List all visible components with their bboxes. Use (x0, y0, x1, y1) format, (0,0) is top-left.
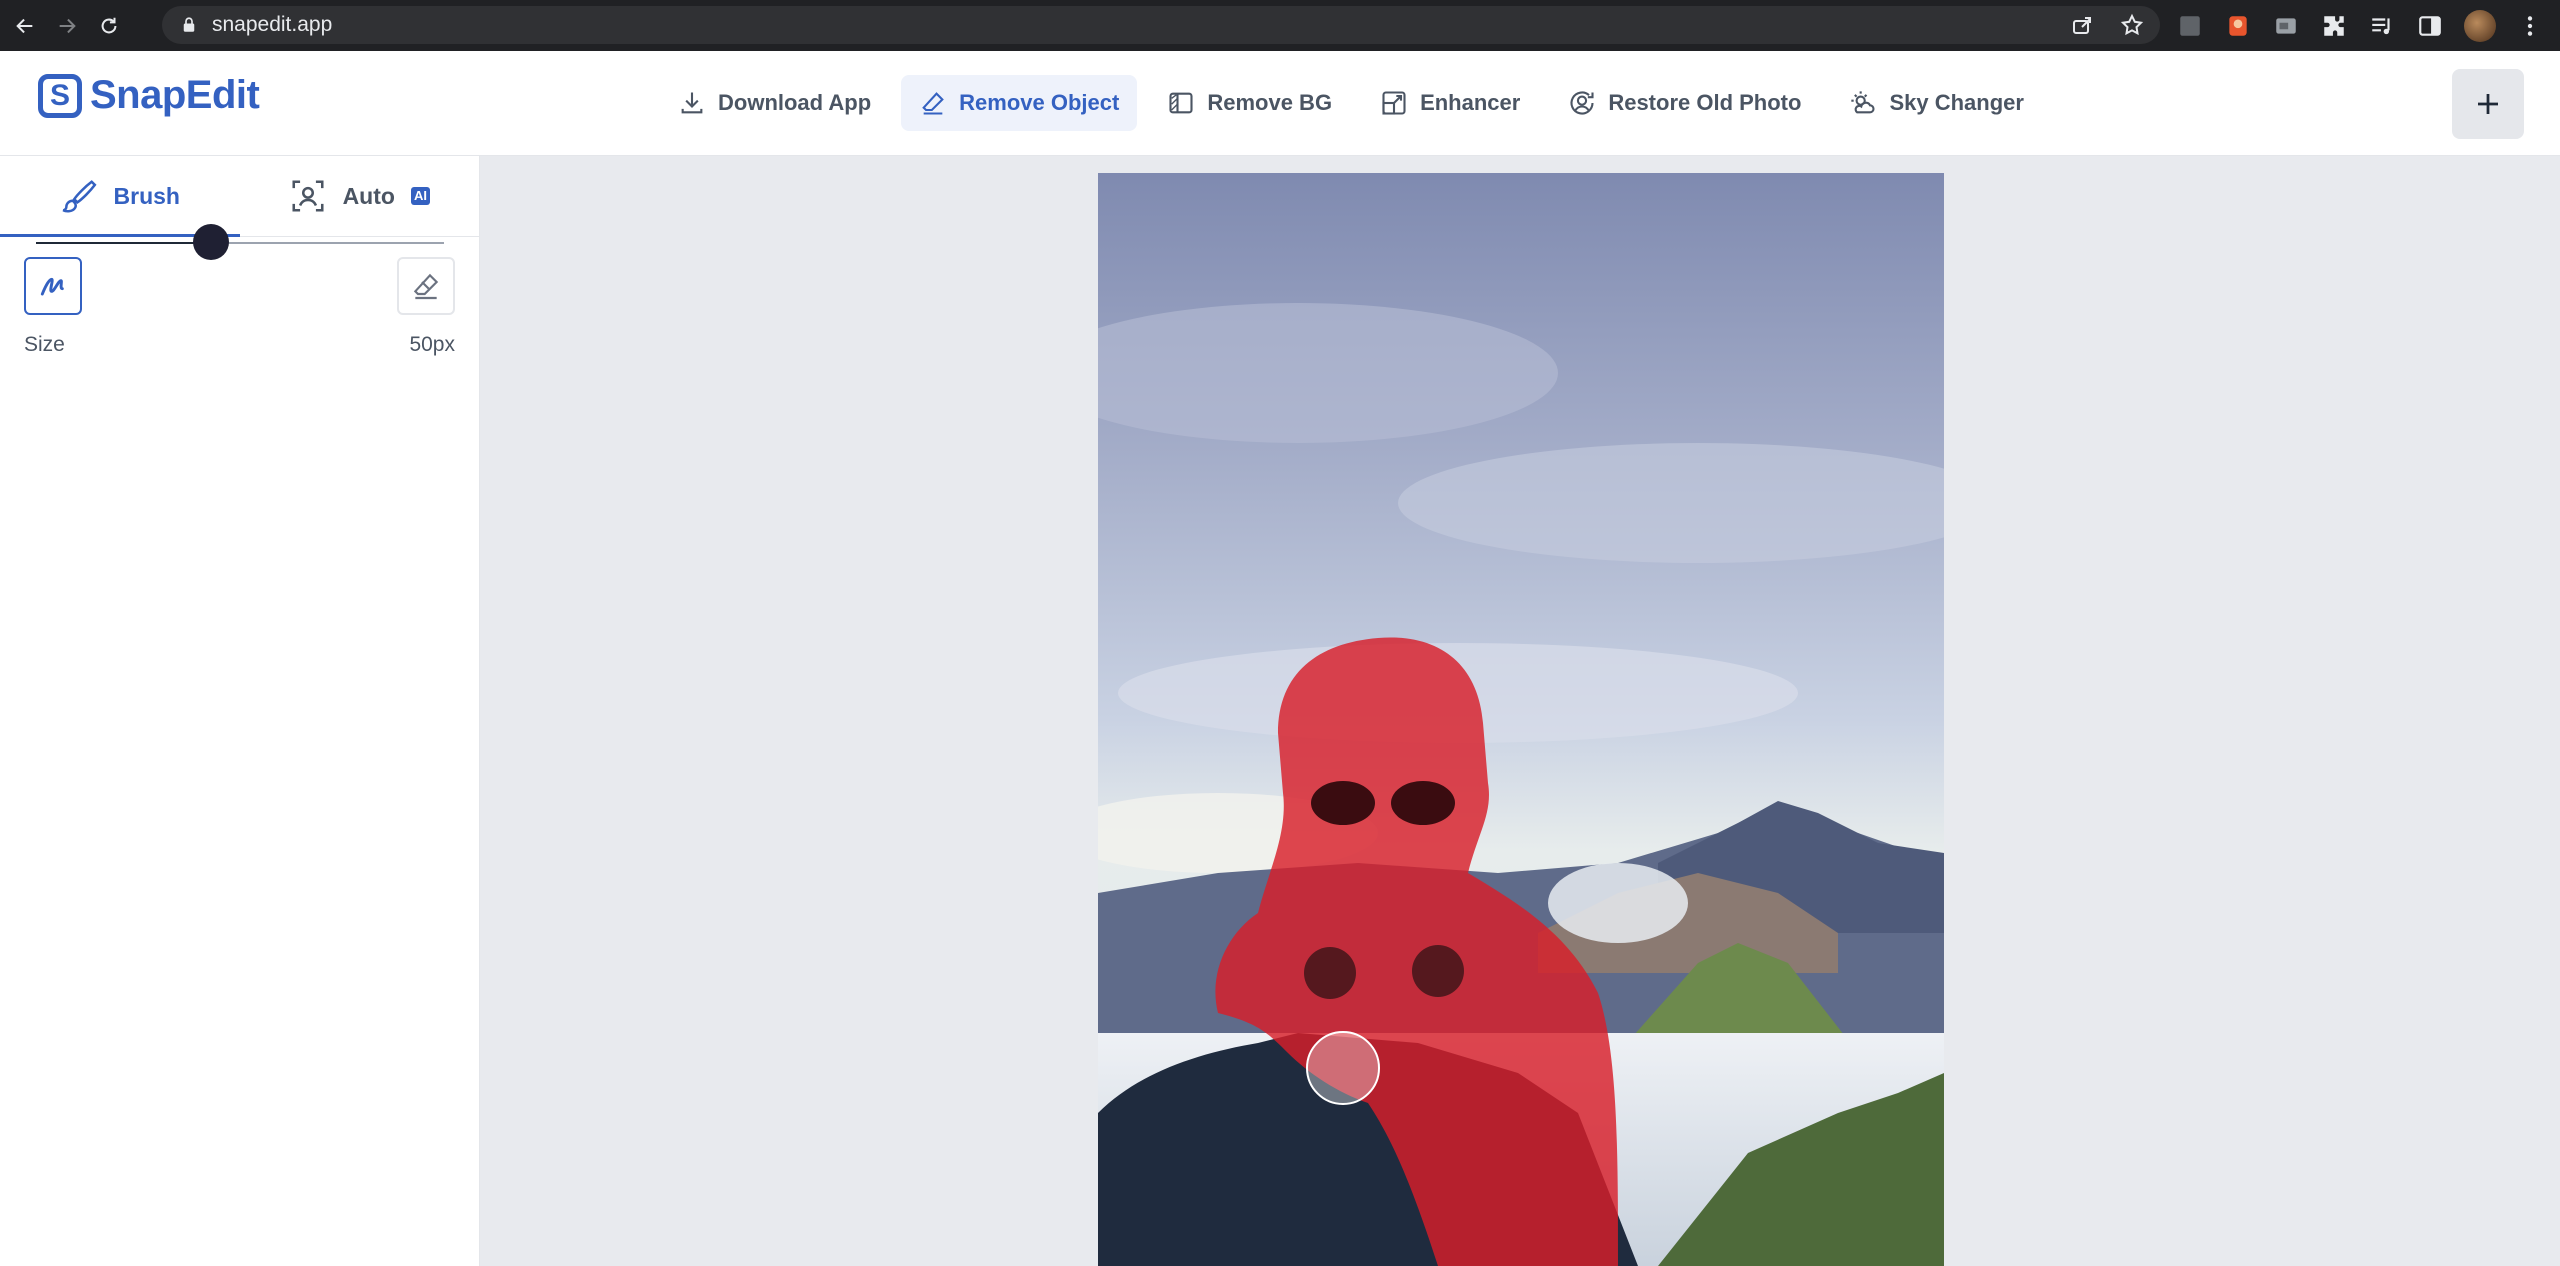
arrow-right-icon (59, 18, 76, 33)
sunglasses-left (1311, 781, 1375, 825)
logo-text: SnapEdit (90, 73, 260, 117)
draw-brush-button[interactable] (24, 257, 82, 315)
eraser-icon (413, 273, 439, 300)
editor-canvas[interactable] (480, 156, 2560, 1266)
puzzle-icon (2324, 16, 2344, 36)
back-button[interactable] (8, 9, 42, 43)
menu-label: Remove Object (959, 90, 1120, 115)
app-header: S SnapEdit Download App Remove Object Re… (0, 51, 2560, 156)
headphones (1412, 945, 1464, 997)
auto-detect-person-icon (292, 180, 324, 212)
browser-menu-button[interactable] (2516, 12, 2544, 40)
headphones (1304, 947, 1356, 999)
slider-fill (36, 242, 211, 244)
share-icon[interactable] (2070, 13, 2094, 37)
extension-1[interactable] (2176, 12, 2204, 40)
menu-sky-changer[interactable]: Sky Changer (1831, 75, 2042, 131)
menu-label: Enhancer (1420, 90, 1521, 115)
menu-label: Download App (718, 90, 872, 115)
kebab-menu-icon (2527, 16, 2533, 36)
menu-enhancer[interactable]: Enhancer (1362, 75, 1538, 131)
logo[interactable]: S SnapEdit (38, 73, 260, 118)
brush-size-control: Size 50px (0, 327, 479, 377)
main-menu: Download App Remove Object Remove BG Enh… (660, 75, 2042, 131)
ai-badge: AI (410, 187, 430, 205)
scribble-brush-icon (40, 277, 64, 296)
side-panel-button[interactable] (2416, 12, 2444, 40)
side-panel-icon (2419, 16, 2441, 36)
mode-tabs: Brush Auto AI (0, 156, 479, 237)
menu-label: Sky Changer (1889, 90, 2024, 115)
forward-button[interactable] (50, 9, 84, 43)
extension-3[interactable] (2272, 12, 2300, 40)
menu-label: Restore Old Photo (1608, 90, 1802, 115)
size-value: 50px (409, 333, 455, 356)
playlist-icon (2372, 18, 2390, 35)
address-bar[interactable]: snapedit.app (162, 6, 2160, 44)
reload-button[interactable] (92, 9, 126, 43)
menu-download-app[interactable]: Download App (660, 75, 889, 131)
extension-card-icon (2276, 18, 2296, 34)
bookmark-star-icon[interactable] (2120, 13, 2144, 37)
lock-icon (183, 17, 195, 32)
remove-bg-icon (1169, 92, 1193, 114)
tool-sidebar: Brush Auto AI Size 50px (0, 156, 480, 1266)
slider-thumb[interactable] (193, 224, 229, 260)
size-slider[interactable] (36, 224, 444, 260)
uploaded-photo[interactable] (1098, 173, 1944, 1266)
steam (1548, 863, 1688, 943)
photo-illustration (1098, 173, 1944, 1266)
plus-icon (2478, 94, 2498, 114)
brush-cursor (1306, 1031, 1380, 1105)
menu-remove-object[interactable]: Remove Object (901, 75, 1138, 131)
brush-tools (0, 237, 479, 327)
restore-face-icon (1570, 91, 1594, 115)
tab-label: Auto (342, 182, 395, 209)
paintbrush-icon (62, 180, 97, 213)
extension-grid-icon (2180, 16, 2200, 36)
tab-label: Brush (113, 182, 180, 209)
extensions-button[interactable] (2320, 12, 2348, 40)
arrow-left-icon (16, 18, 33, 33)
sun-cloud-icon (1851, 91, 1875, 114)
tab-auto[interactable]: Auto AI (240, 156, 480, 236)
new-image-button[interactable] (2452, 69, 2524, 139)
url-text: snapedit.app (212, 13, 333, 36)
browser-toolbar: snapedit.app (0, 0, 2560, 51)
size-label: Size (24, 333, 65, 356)
menu-restore-old-photo[interactable]: Restore Old Photo (1550, 75, 1819, 131)
tab-brush[interactable]: Brush (0, 156, 240, 237)
extension-fox-icon (2229, 16, 2247, 36)
enhance-icon (1382, 91, 1406, 115)
media-control-button[interactable] (2368, 12, 2396, 40)
sunglasses-right (1391, 781, 1455, 825)
menu-remove-bg[interactable]: Remove BG (1149, 75, 1350, 131)
logo-mark-icon: S (38, 73, 82, 118)
reload-icon (101, 17, 117, 33)
menu-label: Remove BG (1207, 90, 1333, 115)
eraser-icon (922, 92, 944, 115)
erase-brush-button[interactable] (397, 257, 455, 315)
download-icon (681, 92, 703, 114)
profile-avatar[interactable] (2464, 10, 2496, 42)
extension-2[interactable] (2224, 12, 2252, 40)
